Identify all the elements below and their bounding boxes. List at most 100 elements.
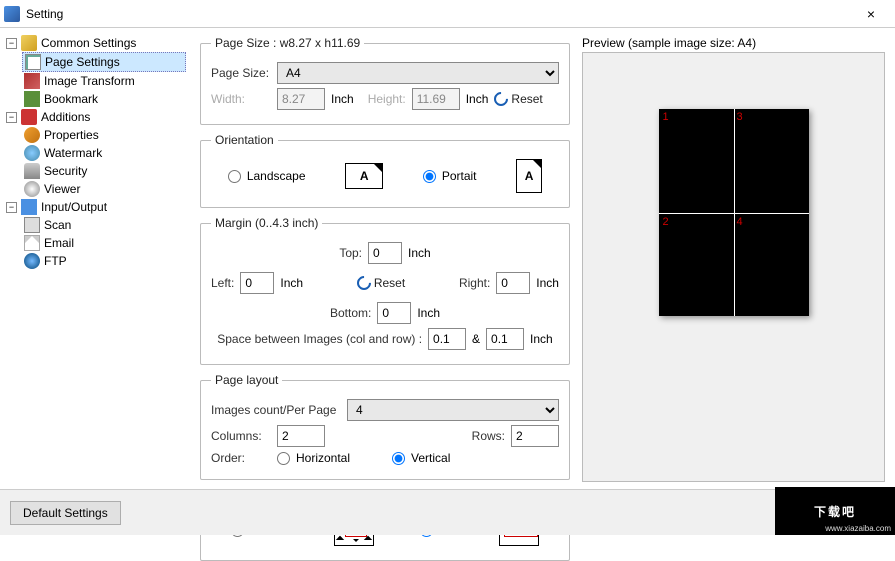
- collapse-icon[interactable]: −: [6, 202, 17, 213]
- portrait-radio[interactable]: Portait: [423, 169, 477, 183]
- count-select[interactable]: 4: [347, 399, 559, 421]
- page-size-label: Page Size:: [211, 66, 271, 80]
- width-label: Width:: [211, 92, 271, 106]
- page-size-group: Page Size : w8.27 x h11.69 Page Size: A4…: [200, 36, 570, 125]
- unit-label: Inch: [417, 306, 440, 320]
- collapse-icon[interactable]: −: [6, 38, 17, 49]
- tree-image-transform[interactable]: Image Transform: [22, 72, 186, 90]
- transform-icon: [24, 73, 40, 89]
- bottom-input[interactable]: [377, 302, 411, 324]
- close-button[interactable]: ×: [851, 6, 891, 22]
- margin-group: Margin (0..4.3 inch) Top: Inch Left: Inc…: [200, 216, 570, 365]
- reset-margin-button[interactable]: Reset: [357, 276, 405, 290]
- viewer-icon: [24, 181, 40, 197]
- scan-icon: [24, 217, 40, 233]
- left-input[interactable]: [240, 272, 274, 294]
- tree-scan[interactable]: Scan: [22, 216, 186, 234]
- unit-label: Inch: [408, 246, 431, 260]
- ftp-icon: [24, 253, 40, 269]
- landscape-icon: A: [345, 163, 383, 189]
- rows-input[interactable]: [511, 425, 559, 447]
- reset-size-button[interactable]: Reset: [494, 92, 542, 106]
- unit-label: Inch: [280, 276, 303, 290]
- site-watermark: 下载吧 www.xiazaiba.com: [775, 487, 895, 535]
- height-input: [412, 88, 460, 110]
- reset-icon: [492, 89, 512, 109]
- right-label: Right:: [459, 276, 490, 290]
- tree-common-settings[interactable]: − Common Settings: [4, 34, 186, 52]
- tree-label: Properties: [44, 128, 99, 142]
- properties-icon: [24, 127, 40, 143]
- window-title: Setting: [26, 7, 851, 21]
- tree-properties[interactable]: Properties: [22, 126, 186, 144]
- space-label: Space between Images (col and row) :: [217, 332, 422, 346]
- settings-icon: [21, 35, 37, 51]
- tree-label: Watermark: [44, 146, 102, 160]
- preview-cell-3: 3: [737, 111, 743, 123]
- tree-label: Viewer: [44, 182, 80, 196]
- footer: Default Settings OK: [0, 489, 895, 535]
- email-icon: [24, 235, 40, 251]
- tree-email[interactable]: Email: [22, 234, 186, 252]
- portrait-icon: A: [516, 159, 542, 193]
- space-col-input[interactable]: [428, 328, 466, 350]
- space-row-input[interactable]: [486, 328, 524, 350]
- preview-cell-4: 4: [737, 216, 743, 228]
- preview-cell-1: 1: [663, 111, 669, 123]
- left-label: Left:: [211, 276, 234, 290]
- tree-label: Security: [44, 164, 87, 178]
- preview-label: Preview (sample image size: A4): [582, 36, 885, 50]
- bottom-label: Bottom:: [330, 306, 371, 320]
- tree-label: FTP: [44, 254, 67, 268]
- preview-cell-2: 2: [663, 216, 669, 228]
- columns-input[interactable]: [277, 425, 325, 447]
- width-input: [277, 88, 325, 110]
- rows-label: Rows:: [472, 429, 505, 443]
- tree-label: Page Settings: [45, 55, 120, 69]
- amp-label: &: [472, 332, 480, 346]
- orientation-group: Orientation Landscape A Portait A: [200, 133, 570, 208]
- page-icon: [25, 54, 41, 70]
- page-size-select[interactable]: A4: [277, 62, 559, 84]
- margin-legend: Margin (0..4.3 inch): [211, 216, 322, 230]
- tree-viewer[interactable]: Viewer: [22, 180, 186, 198]
- tree-label: Bookmark: [44, 92, 98, 106]
- tree-label: Email: [44, 236, 74, 250]
- tree-ftp[interactable]: FTP: [22, 252, 186, 270]
- io-icon: [21, 199, 37, 215]
- columns-label: Columns:: [211, 429, 271, 443]
- tree-label: Additions: [41, 110, 90, 124]
- unit-label: Inch: [331, 92, 354, 106]
- page-layout-group: Page layout Images count/Per Page 4 Colu…: [200, 373, 570, 480]
- watermark-icon: [24, 145, 40, 161]
- page-size-legend: Page Size : w8.27 x h11.69: [211, 36, 364, 50]
- top-input[interactable]: [368, 242, 402, 264]
- tree-label: Input/Output: [41, 200, 107, 214]
- unit-label: Inch: [536, 276, 559, 290]
- orientation-legend: Orientation: [211, 133, 278, 147]
- landscape-radio[interactable]: Landscape: [228, 169, 306, 183]
- tree-page-settings[interactable]: Page Settings: [22, 52, 186, 72]
- default-settings-button[interactable]: Default Settings: [10, 501, 121, 525]
- tree-security[interactable]: Security: [22, 162, 186, 180]
- tree-watermark[interactable]: Watermark: [22, 144, 186, 162]
- unit-label: Inch: [530, 332, 553, 346]
- horizontal-radio[interactable]: Horizontal: [277, 451, 350, 465]
- right-input[interactable]: [496, 272, 530, 294]
- layout-legend: Page layout: [211, 373, 282, 387]
- tree-additions[interactable]: − Additions: [4, 108, 186, 126]
- unit-label: Inch: [466, 92, 489, 106]
- collapse-icon[interactable]: −: [6, 112, 17, 123]
- order-label: Order:: [211, 451, 271, 465]
- tree-bookmark[interactable]: Bookmark: [22, 90, 186, 108]
- tree-input-output[interactable]: − Input/Output: [4, 198, 186, 216]
- count-label: Images count/Per Page: [211, 403, 341, 417]
- bookmark-icon: [24, 91, 40, 107]
- titlebar: Setting ×: [0, 0, 895, 28]
- tree-label: Image Transform: [44, 74, 135, 88]
- additions-icon: [21, 109, 37, 125]
- reset-icon: [354, 273, 374, 293]
- vertical-radio[interactable]: Vertical: [392, 451, 450, 465]
- top-label: Top:: [339, 246, 362, 260]
- height-label: Height:: [368, 92, 406, 106]
